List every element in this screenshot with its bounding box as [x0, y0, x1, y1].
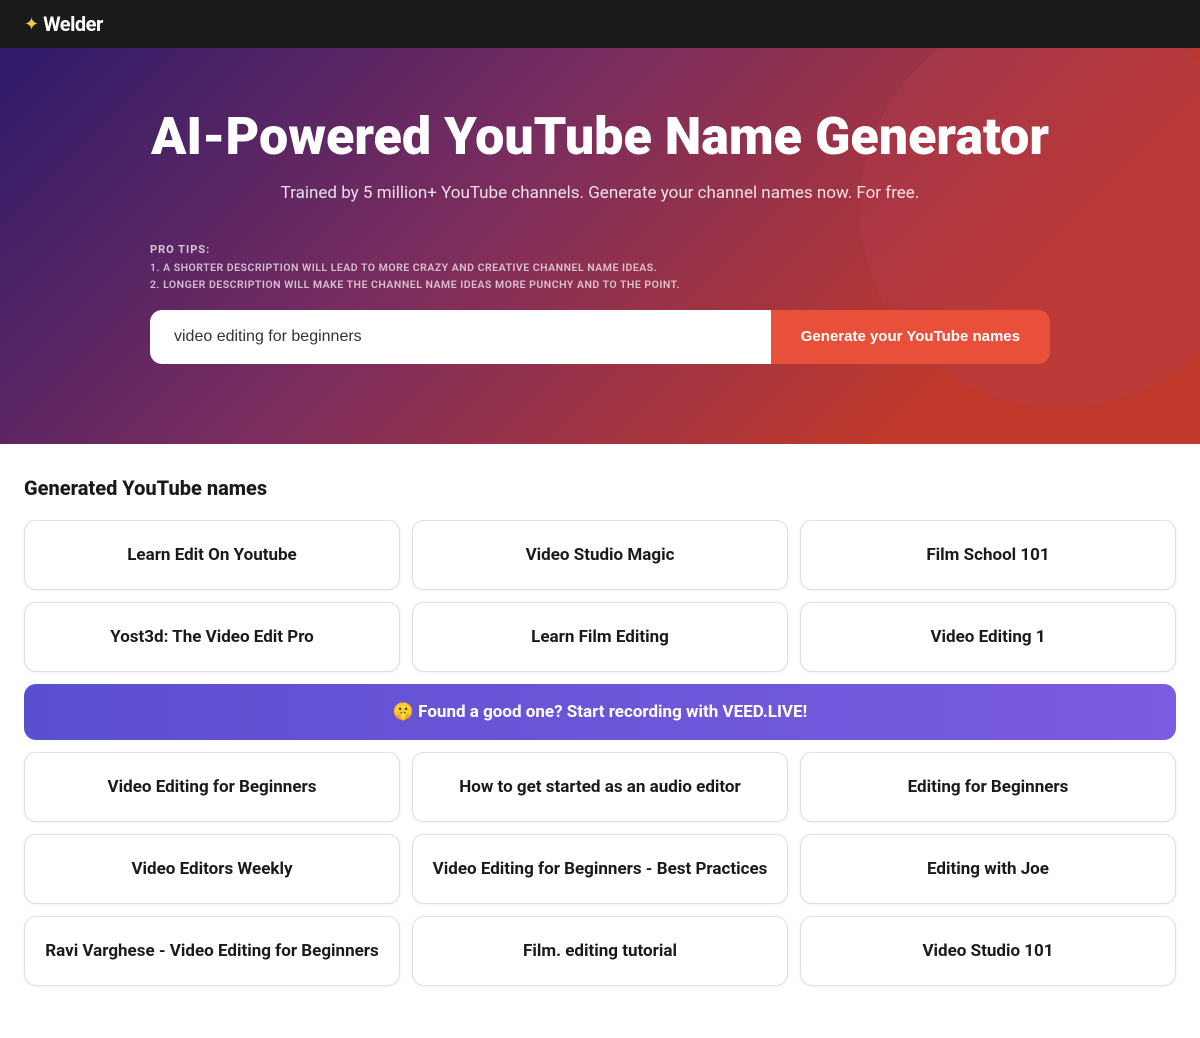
hero-title: AI-Powered YouTube Name Generator — [24, 108, 1176, 165]
site-header: ✦ Welder — [0, 0, 1200, 48]
name-card[interactable]: Ravi Varghese - Video Editing for Beginn… — [24, 916, 400, 986]
name-card[interactable]: Film. editing tutorial — [412, 916, 788, 986]
name-card[interactable]: Video Studio 101 — [800, 916, 1176, 986]
pro-tip-2: 2. LONGER DESCRIPTION WILL MAKE THE CHAN… — [150, 277, 1050, 294]
pro-tip-1: 1. A SHORTER DESCRIPTION WILL LEAD TO MO… — [150, 260, 1050, 277]
name-card[interactable]: Video Studio Magic — [412, 520, 788, 590]
results-title: Generated YouTube names — [24, 476, 1176, 500]
search-row: Generate your YouTube names — [150, 310, 1050, 364]
name-card[interactable]: Editing with Joe — [800, 834, 1176, 904]
hero-subtitle: Trained by 5 million+ YouTube channels. … — [24, 183, 1176, 203]
logo-spark-icon: ✦ — [24, 14, 39, 35]
names-grid-row3: Video Editing for Beginners How to get s… — [24, 752, 1176, 822]
pro-tips-label: PRO TIPS: — [150, 243, 1050, 256]
names-grid-row5: Ravi Varghese - Video Editing for Beginn… — [24, 916, 1176, 986]
name-card[interactable]: Yost3d: The Video Edit Pro — [24, 602, 400, 672]
name-card[interactable]: Video Editing 1 — [800, 602, 1176, 672]
name-card[interactable]: Video Editing for Beginners - Best Pract… — [412, 834, 788, 904]
name-card[interactable]: How to get started as an audio editor — [412, 752, 788, 822]
names-grid-row2: Yost3d: The Video Edit Pro Learn Film Ed… — [24, 602, 1176, 672]
results-section: Generated YouTube names Learn Edit On Yo… — [0, 444, 1200, 1038]
generate-button[interactable]: Generate your YouTube names — [771, 310, 1050, 364]
name-card[interactable]: Learn Edit On Youtube — [24, 520, 400, 590]
hero-section: AI-Powered YouTube Name Generator Traine… — [0, 48, 1200, 444]
name-card[interactable]: Video Editing for Beginners — [24, 752, 400, 822]
names-grid-row1: Learn Edit On Youtube Video Studio Magic… — [24, 520, 1176, 590]
search-input[interactable] — [150, 310, 771, 364]
name-card[interactable]: Film School 101 — [800, 520, 1176, 590]
names-grid-row4: Video Editors Weekly Video Editing for B… — [24, 834, 1176, 904]
pro-tips-container: PRO TIPS: 1. A SHORTER DESCRIPTION WILL … — [150, 243, 1050, 294]
logo-text: Welder — [43, 12, 103, 36]
name-card[interactable]: Editing for Beginners — [800, 752, 1176, 822]
veed-live-banner[interactable]: 🤫 Found a good one? Start recording with… — [24, 684, 1176, 740]
name-card[interactable]: Learn Film Editing — [412, 602, 788, 672]
name-card[interactable]: Video Editors Weekly — [24, 834, 400, 904]
